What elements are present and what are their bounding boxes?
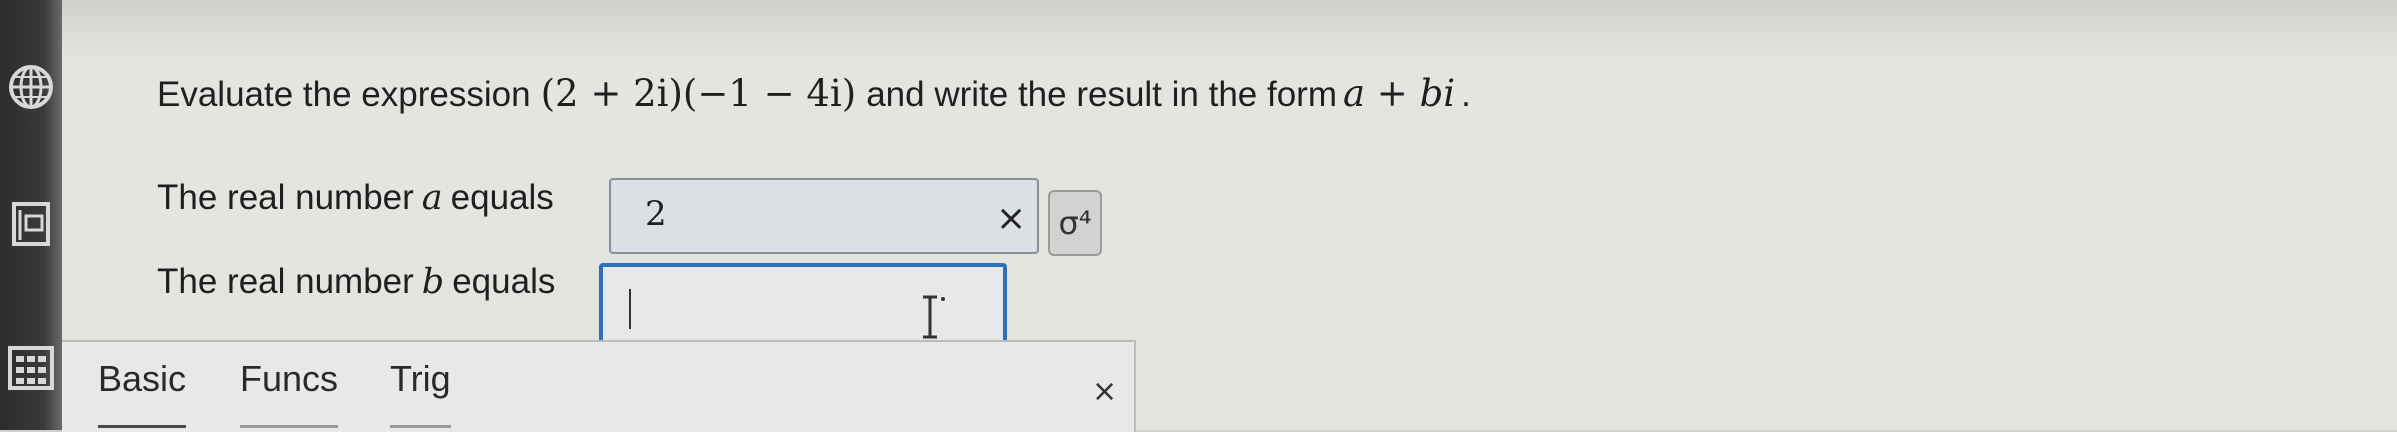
book-icon[interactable] [6,198,56,248]
answer-b-label: The real number b equals [157,262,555,302]
tab-funcs-underline [240,425,339,428]
text-cursor-icon [915,293,945,341]
question-end: . [1461,75,1471,114]
answer-b-label-prefix: The real number [157,262,414,301]
answer-b-label-suffix: equals [452,262,556,301]
tab-funcs-label: Funcs [240,358,339,399]
question-lead: Evaluate the expression [157,75,531,114]
answer-a-label-suffix: equals [450,178,554,217]
tab-funcs[interactable]: Funcs [240,358,339,428]
calculator-icon[interactable] [6,342,56,392]
question-prompt: Evaluate the expression (2 + 2i)(−1 − 4i… [157,72,1471,115]
clear-answer-button[interactable]: × [996,198,1026,239]
tab-trig-label: Trig [390,358,451,399]
answer-a-label: The real number a equals [157,178,554,218]
math-palette: Basic Funcs Trig × [62,340,1136,432]
tab-basic[interactable]: Basic [98,358,187,428]
question-expression: (2 + 2i)(−1 − 4i) [540,72,857,115]
text-caret [629,289,631,329]
tab-basic-underline [98,425,187,428]
left-toolbar [0,0,62,430]
answer-a-input[interactable]: 2 [609,178,1039,254]
tab-basic-label: Basic [98,358,187,399]
equation-editor-button[interactable]: σ⁴ [1048,190,1102,256]
close-palette-button[interactable]: × [1092,374,1117,409]
answer-a-variable: a [421,178,443,218]
answer-a-value: 2 [645,194,667,234]
question-middle: and write the result in the form [866,75,1337,114]
tab-trig[interactable]: Trig [390,358,451,428]
globe-icon[interactable] [6,62,56,112]
question-form: a + bi [1342,72,1456,115]
tab-trig-underline [390,425,451,428]
answer-b-variable: b [421,262,445,302]
answer-b-input[interactable] [599,263,1007,349]
answer-a-label-prefix: The real number [157,178,414,217]
